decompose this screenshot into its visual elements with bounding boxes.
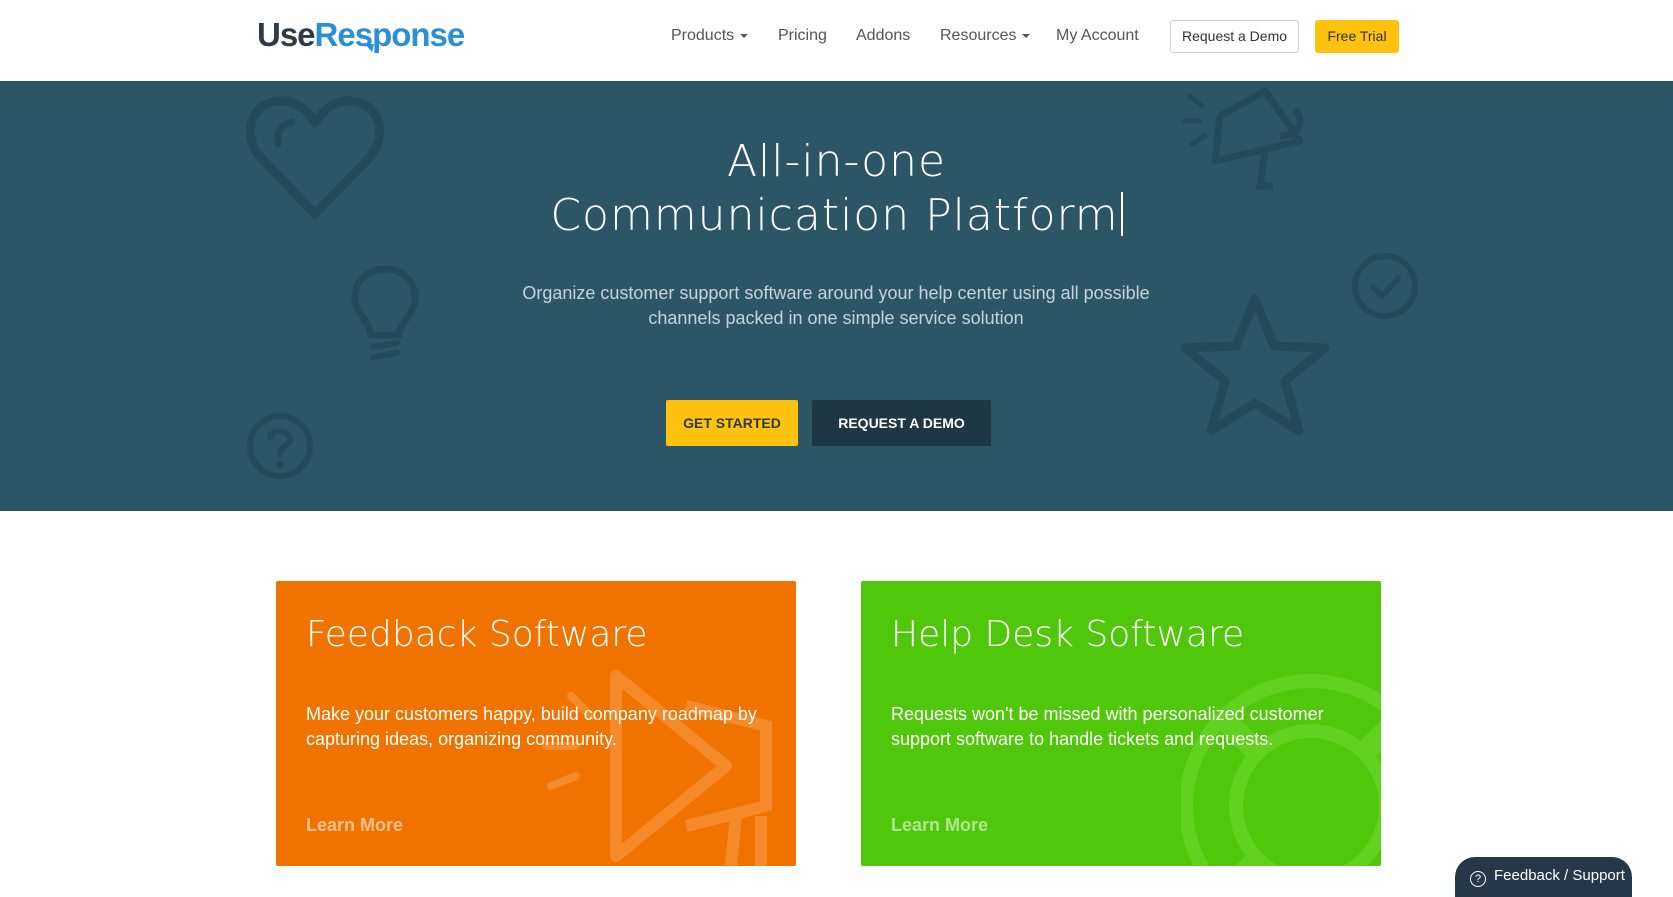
hero-section: All-in-one Communication Platform Organi… [0, 81, 1673, 511]
request-demo-button[interactable]: Request a Demo [1170, 20, 1299, 53]
star-icon [1180, 294, 1330, 436]
nav-my-account-label: My Account [1056, 27, 1139, 44]
nav-products[interactable]: Products [671, 26, 749, 46]
free-trial-button[interactable]: Free Trial [1315, 20, 1399, 53]
card-description: Make your customers happy, build company… [306, 704, 757, 749]
logo-part-response: Response [314, 16, 466, 53]
site-header: UseResponse Products Pricing Addons Reso… [0, 0, 1673, 81]
hero-title-line2-text: Communication Platform [550, 190, 1119, 241]
logo[interactable]: UseResponse [257, 15, 466, 55]
help-desk-software-card[interactable]: Help Desk Software Requests won't be mis… [861, 581, 1381, 866]
nav-pricing-label: Pricing [778, 27, 827, 44]
checkmark-icon [1352, 253, 1418, 319]
question-icon [247, 413, 313, 479]
nav-resources[interactable]: Resources [940, 26, 1031, 46]
logo-part-use: Use [257, 16, 316, 53]
hero-subtitle-line1: Organize customer support software aroun… [522, 283, 1150, 303]
nav-addons-label: Addons [856, 27, 911, 44]
megaphone-icon [542, 670, 772, 866]
card-title: Feedback Software [306, 614, 648, 655]
logo-tick-icon [365, 44, 374, 52]
learn-more-link[interactable]: Learn More [891, 815, 988, 836]
hero-subtitle-line2: channels packed in one simple service so… [648, 308, 1024, 328]
nav-resources-label: Resources [940, 27, 1017, 44]
lightbulb-icon [351, 265, 419, 360]
caret-down-icon [740, 33, 749, 38]
feedback-support-label: Feedback / Support [1494, 867, 1625, 884]
text-cursor [1120, 192, 1123, 236]
feedback-software-card[interactable]: Feedback Software Make your customers ha… [276, 581, 796, 866]
feedback-support-widget[interactable]: ? Feedback / Support [1455, 857, 1632, 897]
card-title: Help Desk Software [891, 614, 1245, 655]
nav-products-label: Products [671, 27, 735, 44]
lifebuoy-icon [1181, 674, 1381, 866]
learn-more-link[interactable]: Learn More [306, 815, 403, 836]
hero-request-demo-button[interactable]: REQUEST A DEMO [812, 400, 991, 446]
nav-addons[interactable]: Addons [856, 26, 910, 46]
get-started-button[interactable]: GET STARTED [666, 400, 798, 446]
hero-title-line1: All-in-one [726, 136, 947, 187]
nav-pricing[interactable]: Pricing [778, 26, 827, 46]
caret-down-icon [1022, 33, 1031, 38]
card-description: Requests won't be missed with personaliz… [891, 704, 1324, 749]
nav-my-account[interactable]: My Account [1056, 26, 1139, 46]
hero-title-line2: Communication Platform [0, 189, 1673, 243]
question-circle-icon: ? [1470, 871, 1486, 887]
